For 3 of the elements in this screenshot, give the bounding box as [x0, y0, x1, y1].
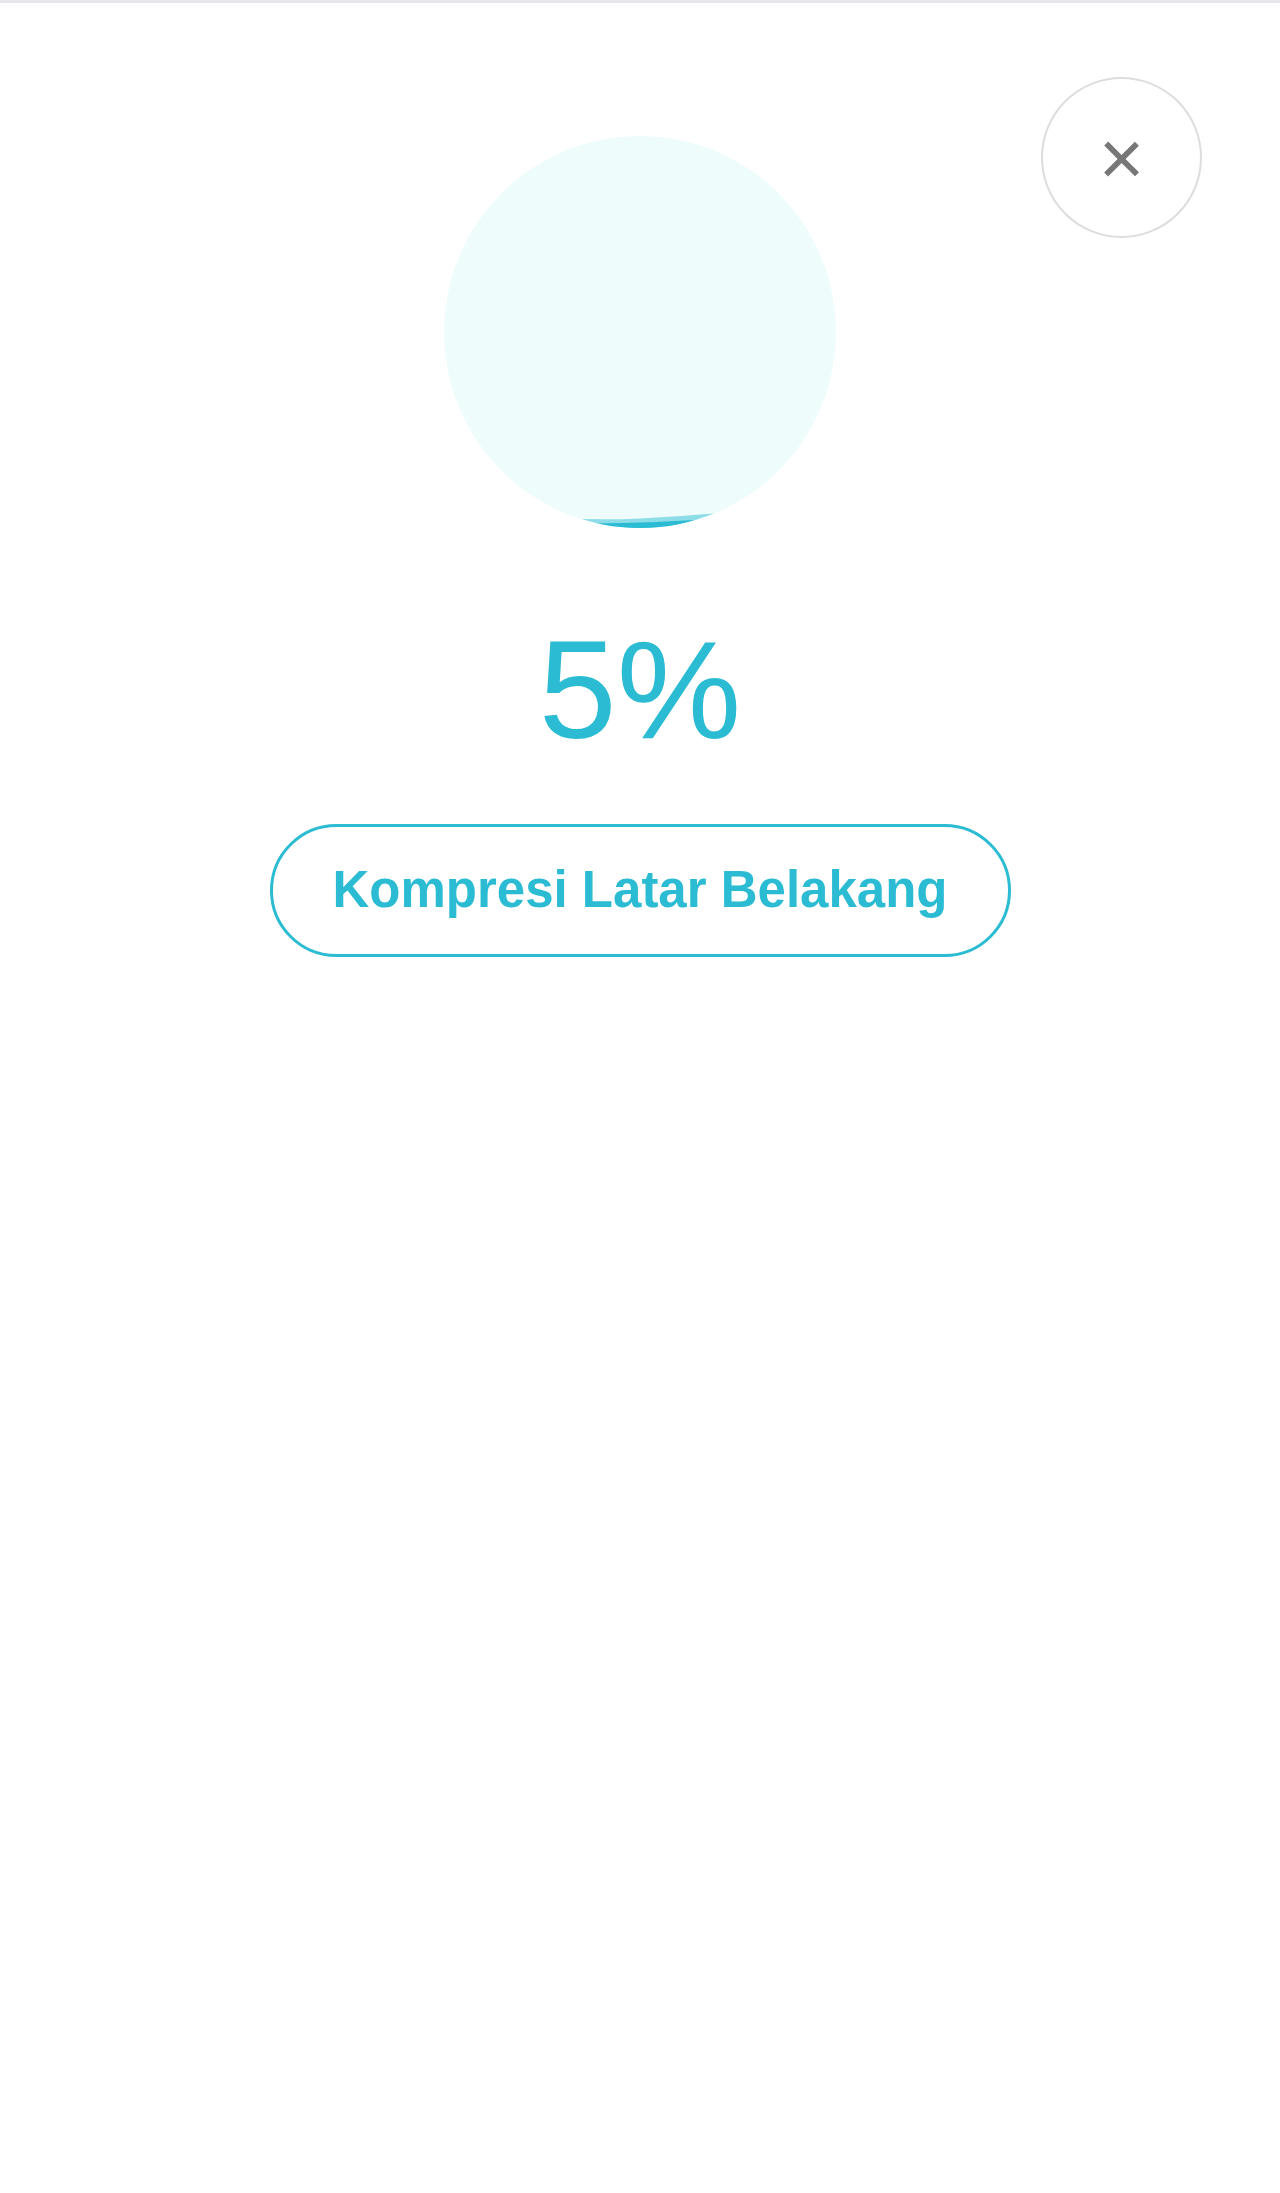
- progress-percentage: 5%: [538, 620, 742, 760]
- background-compress-button[interactable]: Kompresi Latar Belakang: [269, 824, 1011, 957]
- close-button[interactable]: ×: [1041, 77, 1202, 238]
